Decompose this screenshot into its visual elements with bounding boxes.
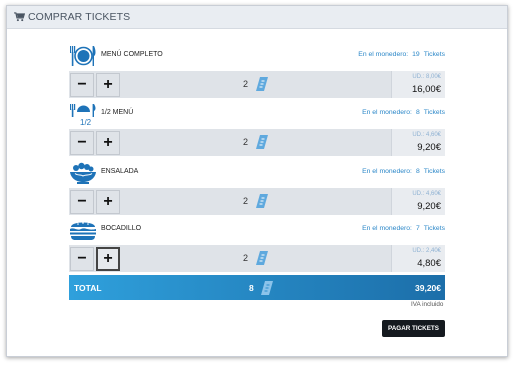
line-total: 9,20€ [417, 201, 441, 212]
quantity-value: 2 [243, 79, 249, 89]
increase-button[interactable]: + [96, 246, 120, 271]
ticket-icon [256, 194, 268, 208]
wallet-count: En el monedero: 8 Tickets [362, 168, 445, 175]
ticket-item-half-menu: 1/2 1/2 MENÚ En el monedero: 8 Tickets − +… [69, 102, 445, 156]
line-total: 16,00€ [411, 84, 441, 95]
quantity-row: − + 2 UD.: 4,60€ 9,20€ [69, 129, 445, 156]
ticket-item-menu-completo: MENÚ COMPLETO En el monedero: 19 Tickets −… [69, 44, 445, 98]
quantity-row: − + 2 UD.: 4,60€ 9,20€ [69, 188, 445, 215]
ticket-icon [256, 135, 268, 149]
decrease-button[interactable]: − [70, 189, 94, 214]
ticket-icon [256, 251, 268, 265]
decrease-button[interactable]: − [70, 72, 94, 97]
page-title: COMPRAR TICKETS [28, 11, 131, 23]
tax-note: IVA incluido [411, 301, 444, 308]
price-box: UD.: 4,60€ 9,20€ [391, 188, 445, 215]
quantity-value: 2 [243, 253, 249, 263]
card-header: COMPRAR TICKETS [7, 6, 507, 29]
ticket-icon [261, 281, 273, 295]
unit-price: UD.: 2,40€ [412, 248, 441, 254]
unit-price: UD.: 4,60€ [412, 191, 441, 197]
pay-tickets-button[interactable]: PAGAR TICKETS [382, 320, 445, 337]
quantity-value: 2 [243, 196, 249, 206]
shopping-cart-icon [14, 12, 25, 22]
salad-bowl-icon [70, 162, 96, 184]
item-name: BOCADILLO [101, 225, 142, 232]
price-box: UD.: 2,40€ 4,80€ [391, 245, 445, 272]
total-quantity: 8 [249, 283, 254, 293]
wallet-count: En el monedero: 19 Tickets [358, 51, 445, 58]
wallet-count: En el monedero: 7 Tickets [362, 225, 445, 232]
half-plate-icon: 1/2 [70, 104, 96, 126]
plate-cutlery-icon [70, 46, 96, 66]
price-box: UD.: 8,00€ 16,00€ [391, 71, 445, 98]
unit-price: UD.: 8,00€ [412, 74, 441, 80]
item-name: 1/2 MENÚ [101, 109, 134, 116]
increase-button[interactable]: + [96, 72, 120, 97]
increase-button[interactable]: + [96, 189, 120, 214]
item-name: MENÚ COMPLETO [101, 51, 163, 58]
line-total: 4,80€ [417, 258, 441, 269]
total-bar: TOTAL 8 39,20€ [69, 275, 445, 300]
quantity-value: 2 [243, 137, 249, 147]
decrease-button[interactable]: − [70, 246, 94, 271]
sandwich-icon [70, 222, 96, 240]
unit-price: UD.: 4,60€ [412, 132, 441, 138]
purchase-tickets-card: COMPRAR TICKETS MENÚ COMPLETO En el mone… [6, 5, 508, 357]
ticket-item-ensalada: ENSALADA En el monedero: 8 Tickets − + 2 U… [69, 161, 445, 215]
svg-text:1/2: 1/2 [80, 118, 92, 126]
ticket-item-bocadillo: BOCADILLO En el monedero: 7 Tickets − + 2 … [69, 218, 445, 272]
price-box: UD.: 4,60€ 9,20€ [391, 129, 445, 156]
line-total: 9,20€ [417, 142, 441, 153]
wallet-count: En el monedero: 8 Tickets [362, 109, 445, 116]
quantity-row: − + 2 UD.: 2,40€ 4,80€ [69, 245, 445, 272]
total-price: 39,20€ [415, 283, 441, 293]
total-label: TOTAL [74, 283, 102, 293]
item-name: ENSALADA [101, 168, 139, 175]
ticket-icon [256, 77, 268, 91]
decrease-button[interactable]: − [70, 130, 94, 155]
increase-button[interactable]: + [96, 130, 120, 155]
quantity-row: − + 2 UD.: 8,00€ 16,00€ [69, 71, 445, 98]
